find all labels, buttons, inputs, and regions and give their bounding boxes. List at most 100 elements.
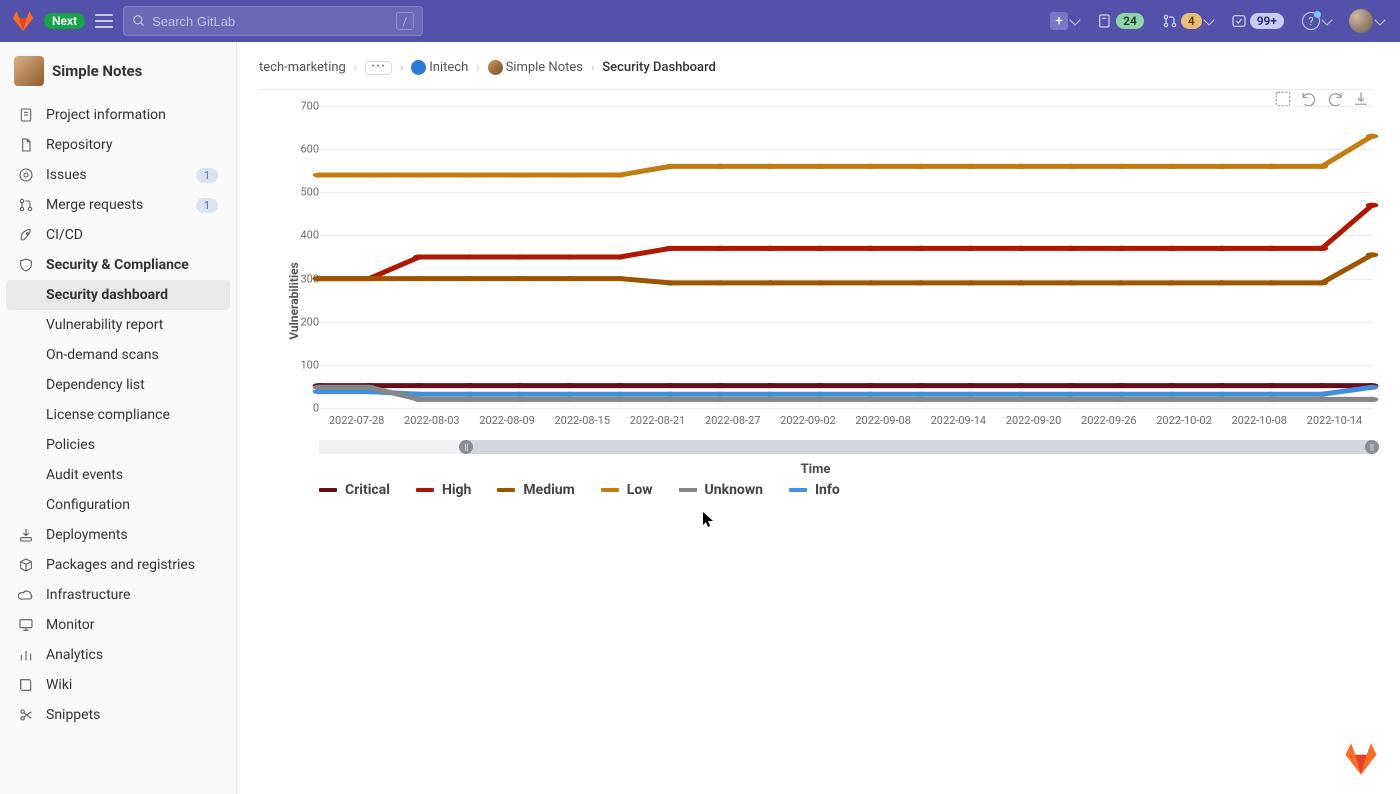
legend-swatch xyxy=(679,488,697,492)
sidebar-sub-security-dashboard[interactable]: Security dashboard xyxy=(6,280,230,310)
count-badge: 1 xyxy=(196,198,218,213)
search-box[interactable]: / xyxy=(123,6,423,36)
sidebar-item-label: Packages and registries xyxy=(46,557,195,573)
legend-label: Info xyxy=(815,482,840,498)
legend-swatch xyxy=(319,488,337,492)
legend-swatch xyxy=(789,488,807,492)
shield-icon xyxy=(18,257,34,273)
sidebar-item-label: Monitor xyxy=(46,617,95,633)
sidebar-item-label: Policies xyxy=(46,437,95,453)
breadcrumb-current: Security Dashboard xyxy=(602,60,716,75)
user-avatar xyxy=(1349,9,1373,33)
todos-shortcut[interactable]: 99+ xyxy=(1227,8,1288,34)
sidebar-sub-on-demand-scans[interactable]: On-demand scans xyxy=(6,340,230,370)
sidebar-item-label: Security & Compliance xyxy=(46,257,189,273)
cursor-icon xyxy=(703,512,715,528)
project-header[interactable]: Simple Notes xyxy=(0,48,236,96)
breadcrumb-overflow[interactable]: ··· xyxy=(365,61,392,75)
chart-plot[interactable] xyxy=(311,106,1372,408)
group-avatar-icon xyxy=(411,60,426,75)
time-range-slider[interactable]: || || xyxy=(319,440,1372,454)
sidebar-item-label: Vulnerability report xyxy=(46,317,163,333)
sidebar-item-repository[interactable]: Repository xyxy=(6,130,230,160)
legend-unknown[interactable]: Unknown xyxy=(679,482,763,498)
cloud-icon xyxy=(18,587,34,603)
help-icon: ? xyxy=(1302,12,1320,30)
scissors-icon xyxy=(18,707,34,723)
sidebar-sub-dependency-list[interactable]: Dependency list xyxy=(6,370,230,400)
sidebar-item-label: Infrastructure xyxy=(46,587,130,603)
sidebar-item-label: Project information xyxy=(46,107,166,123)
info-icon xyxy=(18,107,34,123)
legend-label: High xyxy=(442,482,471,498)
mr-icon xyxy=(18,197,34,213)
legend-label: Unknown xyxy=(705,482,763,498)
sidebar-sub-policies[interactable]: Policies xyxy=(6,430,230,460)
chart-legend: Critical High Medium Low Unknown Info xyxy=(319,482,840,498)
legend-label: Critical xyxy=(345,482,390,498)
breadcrumb-project[interactable]: Simple Notes xyxy=(488,60,583,75)
search-shortcut-hint: / xyxy=(396,12,414,30)
next-badge[interactable]: Next xyxy=(44,13,85,29)
sidebar-item-merge-requests[interactable]: Merge requests 1 xyxy=(6,190,230,220)
search-input[interactable] xyxy=(152,14,390,29)
monitor-icon xyxy=(18,617,34,633)
breadcrumb-root[interactable]: tech-marketing xyxy=(259,60,346,75)
sidebar-item-analytics[interactable]: Analytics xyxy=(6,640,230,670)
sidebar-item-snippets[interactable]: Snippets xyxy=(6,700,230,730)
issues-shortcut[interactable]: 24 xyxy=(1093,8,1148,34)
sidebar-item-deployments[interactable]: Deployments xyxy=(6,520,230,550)
sidebar-item-label: Wiki xyxy=(46,677,72,693)
legend-label: Low xyxy=(627,482,653,498)
project-avatar xyxy=(14,56,44,86)
sidebar-item-label: Merge requests xyxy=(46,197,143,213)
sidebar-item-wiki[interactable]: Wiki xyxy=(6,670,230,700)
legend-critical[interactable]: Critical xyxy=(319,482,390,498)
breadcrumb-group[interactable]: Initech xyxy=(411,60,468,75)
sidebar-item-label: On-demand scans xyxy=(46,347,159,363)
project-title: Simple Notes xyxy=(52,62,142,80)
mr-count-badge: 4 xyxy=(1181,13,1202,29)
file-icon xyxy=(18,137,34,153)
sidebar-item-security-compliance[interactable]: Security & Compliance xyxy=(6,250,230,280)
sidebar-sub-configuration[interactable]: Configuration xyxy=(6,490,230,520)
sidebar-item-infrastructure[interactable]: Infrastructure xyxy=(6,580,230,610)
notification-dot-icon xyxy=(1314,11,1321,18)
breadcrumb: tech-marketing › ··· › Initech › Simple … xyxy=(259,60,1372,90)
deploy-icon xyxy=(18,527,34,543)
range-handle-right[interactable]: || xyxy=(1365,440,1379,454)
mr-shortcut[interactable]: 4 xyxy=(1158,8,1217,34)
help-menu[interactable]: ? xyxy=(1298,8,1335,34)
legend-swatch xyxy=(601,488,619,492)
issues-icon xyxy=(18,167,34,183)
legend-swatch xyxy=(497,488,515,492)
rocket-icon xyxy=(18,227,34,243)
legend-info[interactable]: Info xyxy=(789,482,840,498)
sidebar-item-label: Snippets xyxy=(46,707,100,723)
legend-label: Medium xyxy=(523,482,574,498)
sidebar-item-label: Dependency list xyxy=(46,377,145,393)
legend-swatch xyxy=(416,488,434,492)
legend-medium[interactable]: Medium xyxy=(497,482,574,498)
sidebar: Simple Notes Project information Reposito… xyxy=(0,42,237,794)
sidebar-item-project-information[interactable]: Project information xyxy=(6,100,230,130)
sidebar-item-label: Deployments xyxy=(46,527,128,543)
create-new-button[interactable]: + xyxy=(1046,8,1083,34)
sidebar-item-issues[interactable]: Issues1 xyxy=(6,160,230,190)
x-axis-label: Time xyxy=(259,462,1372,477)
legend-high[interactable]: High xyxy=(416,482,471,498)
gitlab-logo-icon[interactable] xyxy=(12,10,34,32)
issues-icon xyxy=(1097,13,1113,29)
user-menu[interactable] xyxy=(1345,8,1388,34)
sidebar-sub-vulnerability-report[interactable]: Vulnerability report xyxy=(6,310,230,340)
hamburger-icon[interactable] xyxy=(95,14,113,28)
sidebar-sub-audit-events[interactable]: Audit events xyxy=(6,460,230,490)
legend-low[interactable]: Low xyxy=(601,482,653,498)
sidebar-item-monitor[interactable]: Monitor xyxy=(6,610,230,640)
sidebar-item-ci-cd[interactable]: CI/CD xyxy=(6,220,230,250)
sidebar-sub-license-compliance[interactable]: License compliance xyxy=(6,400,230,430)
sidebar-item-packages-and-registries[interactable]: Packages and registries xyxy=(6,550,230,580)
sidebar-item-label: Security dashboard xyxy=(46,287,168,303)
sidebar-item-label: CI/CD xyxy=(46,227,83,243)
range-handle-left[interactable]: || xyxy=(459,440,473,454)
